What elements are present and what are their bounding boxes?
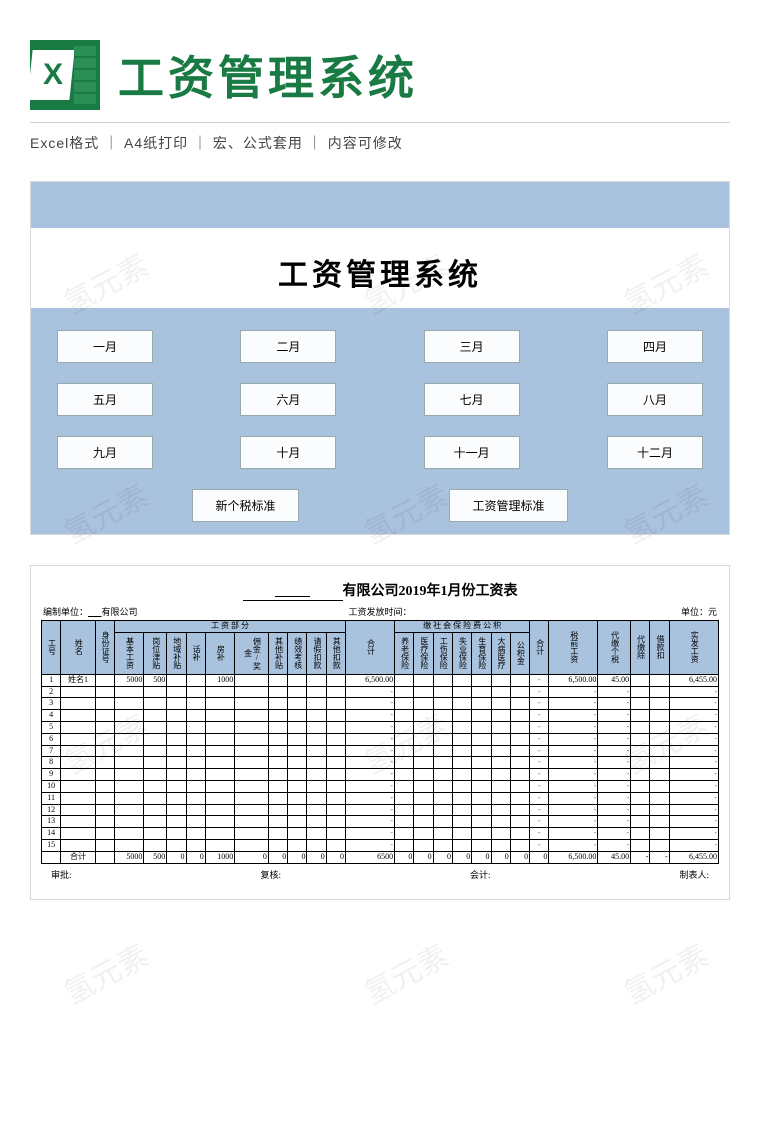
table-row: 7-----: [42, 745, 719, 757]
salary-sheet-card: 有限公司2019年1月份工资表 编制单位： 有限公司 工资发放时间： 单位：元 …: [30, 565, 730, 900]
table-row: 3-----: [42, 698, 719, 710]
month-selector-card: 工资管理系统 一月 二月 三月 四月五月 六月 七月 八月九月 十月 十一月 十二月 新个税标准 …: [30, 181, 730, 535]
month-button[interactable]: 八月: [607, 383, 703, 416]
excel-icon: X: [30, 40, 100, 110]
footer-label: 复核:: [260, 868, 281, 881]
top-band: [31, 182, 729, 228]
month-button[interactable]: 十月: [240, 436, 336, 469]
footer-label: 审批:: [51, 868, 72, 881]
unit-label: 单位：元: [492, 605, 717, 618]
paydate-label: 工资发放时间：: [349, 607, 412, 617]
month-button[interactable]: 五月: [57, 383, 153, 416]
month-button[interactable]: 二月: [240, 330, 336, 363]
col-heji: 合计: [346, 621, 395, 675]
col-代缴个税: 代缴个税: [598, 621, 631, 675]
footer-label: 制表人:: [679, 868, 709, 881]
org-name: 有限公司: [102, 607, 138, 617]
divider: [30, 122, 730, 123]
col-请假扣款: 请假扣款: [307, 632, 326, 674]
table-row: 12-----: [42, 804, 719, 816]
meta-line: Excel格式 ｜ A4纸打印 ｜ 宏、公式套用 ｜ 内容可修改: [30, 133, 730, 153]
month-button[interactable]: 九月: [57, 436, 153, 469]
col-大病医疗: 大病医疗: [491, 632, 510, 674]
col-税前工资: 税前工资: [549, 621, 598, 675]
month-button[interactable]: 一月: [57, 330, 153, 363]
group-salary: 工 资 部 分: [114, 621, 345, 633]
col-代缴除: 代缴除: [631, 621, 650, 675]
table-row: 4-----: [42, 710, 719, 722]
month-button[interactable]: 六月: [240, 383, 336, 416]
table-row: 6-----: [42, 733, 719, 745]
col-绩效考核: 绩效考核: [288, 632, 307, 674]
col-工伤保险: 工伤保险: [433, 632, 452, 674]
table-row: 11-----: [42, 792, 719, 804]
table-row: 14-----: [42, 828, 719, 840]
table-row: 15-----: [42, 839, 719, 851]
salary-table: 工号姓名身份证号工 资 部 分合计缴 社 会 保 险 费 公 积合计税前工资代缴…: [41, 620, 719, 864]
col-姓名: 姓名: [61, 621, 95, 675]
table-row: 10-----: [42, 780, 719, 792]
col-实发工资: 实发工资: [669, 621, 718, 675]
col-岗位津贴: 岗位津贴: [144, 632, 167, 674]
col-医疗保险: 医疗保险: [414, 632, 433, 674]
col-工号: 工号: [42, 621, 61, 675]
col-失业保险: 失业保险: [452, 632, 471, 674]
table-row: 1姓名1500050010006,500.00-6,500.0045.006,4…: [42, 674, 719, 686]
header: X 工资管理系统: [30, 40, 730, 110]
system-title-wrap: 工资管理系统: [39, 236, 721, 308]
col-佣金/奖金: 佣金/奖金: [235, 632, 269, 674]
col-其他扣款: 其他扣款: [326, 632, 345, 674]
month-button[interactable]: 三月: [424, 330, 520, 363]
total-row: 合计5000500001000000006500000000006,500.00…: [42, 851, 719, 863]
salary-standard-button[interactable]: 工资管理标准: [449, 489, 567, 522]
col-公积金: 公积金: [510, 632, 529, 674]
footer-label: 会计:: [470, 868, 491, 881]
system-title: 工资管理系统: [53, 250, 707, 294]
table-row: 8-----: [42, 757, 719, 769]
col-借款扣: 借款扣: [650, 621, 669, 675]
month-grid: 一月 二月 三月 四月五月 六月 七月 八月九月 十月 十一月 十二月 新个税标准 工资管理标准: [31, 308, 729, 534]
col-heji2: 合计: [530, 621, 549, 675]
table-row: 5-----: [42, 721, 719, 733]
month-button[interactable]: 七月: [424, 383, 520, 416]
standard-tax-button[interactable]: 新个税标准: [192, 489, 298, 522]
col-其他补贴: 其他补贴: [268, 632, 287, 674]
month-button[interactable]: 十一月: [424, 436, 520, 469]
col-房补: 房补: [205, 632, 234, 674]
month-button[interactable]: 四月: [607, 330, 703, 363]
sheet-title-text: 有限公司2019年1月份工资表: [343, 584, 518, 599]
col-身份证号: 身份证号: [95, 621, 114, 675]
col-地域补贴: 地域补贴: [167, 632, 186, 674]
sheet-meta: 编制单位： 有限公司 工资发放时间： 单位：元: [41, 605, 719, 618]
table-row: 9-----: [42, 769, 719, 781]
table-row: 2-----: [42, 686, 719, 698]
col-养老保险: 养老保险: [395, 632, 414, 674]
sheet-footer: 审批: 复核: 会计: 制表人:: [41, 868, 719, 881]
col-基本工资: 基本工资: [114, 632, 143, 674]
group-insurance: 缴 社 会 保 险 费 公 积: [395, 621, 530, 633]
col-生育保险: 生育保险: [472, 632, 491, 674]
month-button[interactable]: 十二月: [607, 436, 703, 469]
sheet-title: 有限公司2019年1月份工资表: [41, 580, 719, 601]
page-title: 工资管理系统: [118, 42, 418, 108]
col-话补: 话补: [186, 632, 205, 674]
org-label: 编制单位：: [43, 607, 88, 617]
table-row: 13-----: [42, 816, 719, 828]
